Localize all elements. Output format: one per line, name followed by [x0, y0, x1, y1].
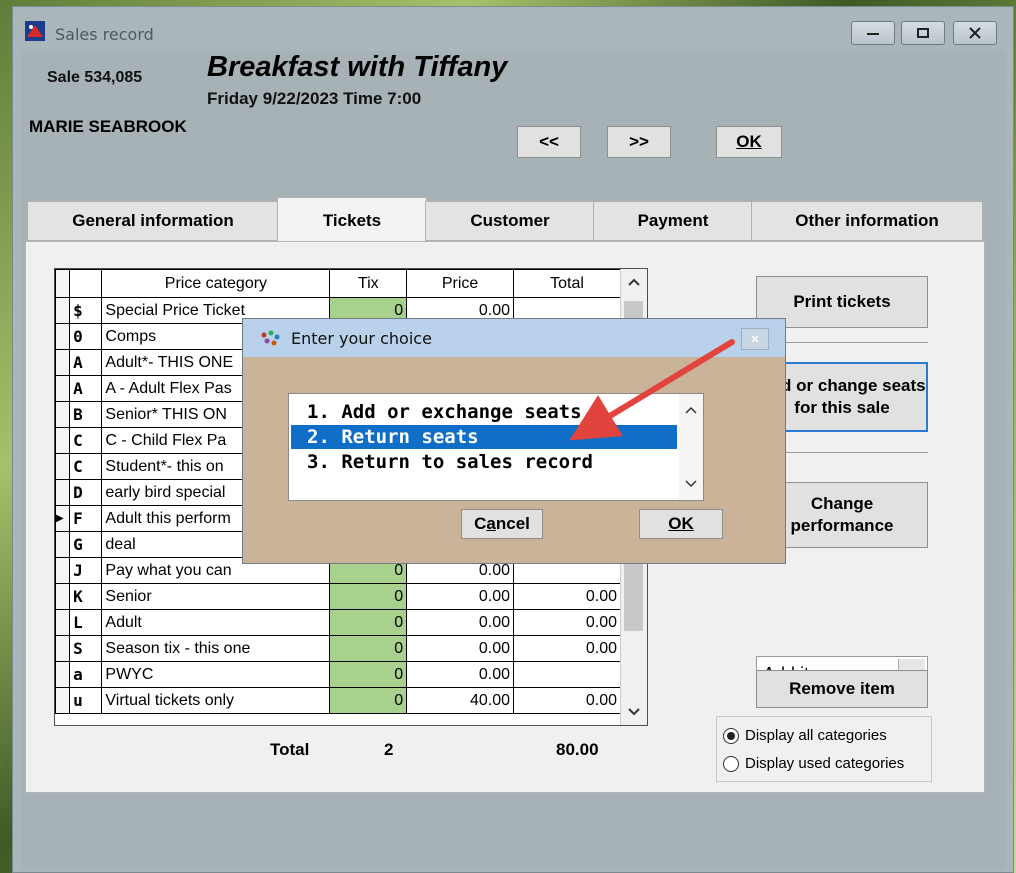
- arrow-line: [569, 339, 735, 441]
- annotation-arrow: [569, 339, 735, 441]
